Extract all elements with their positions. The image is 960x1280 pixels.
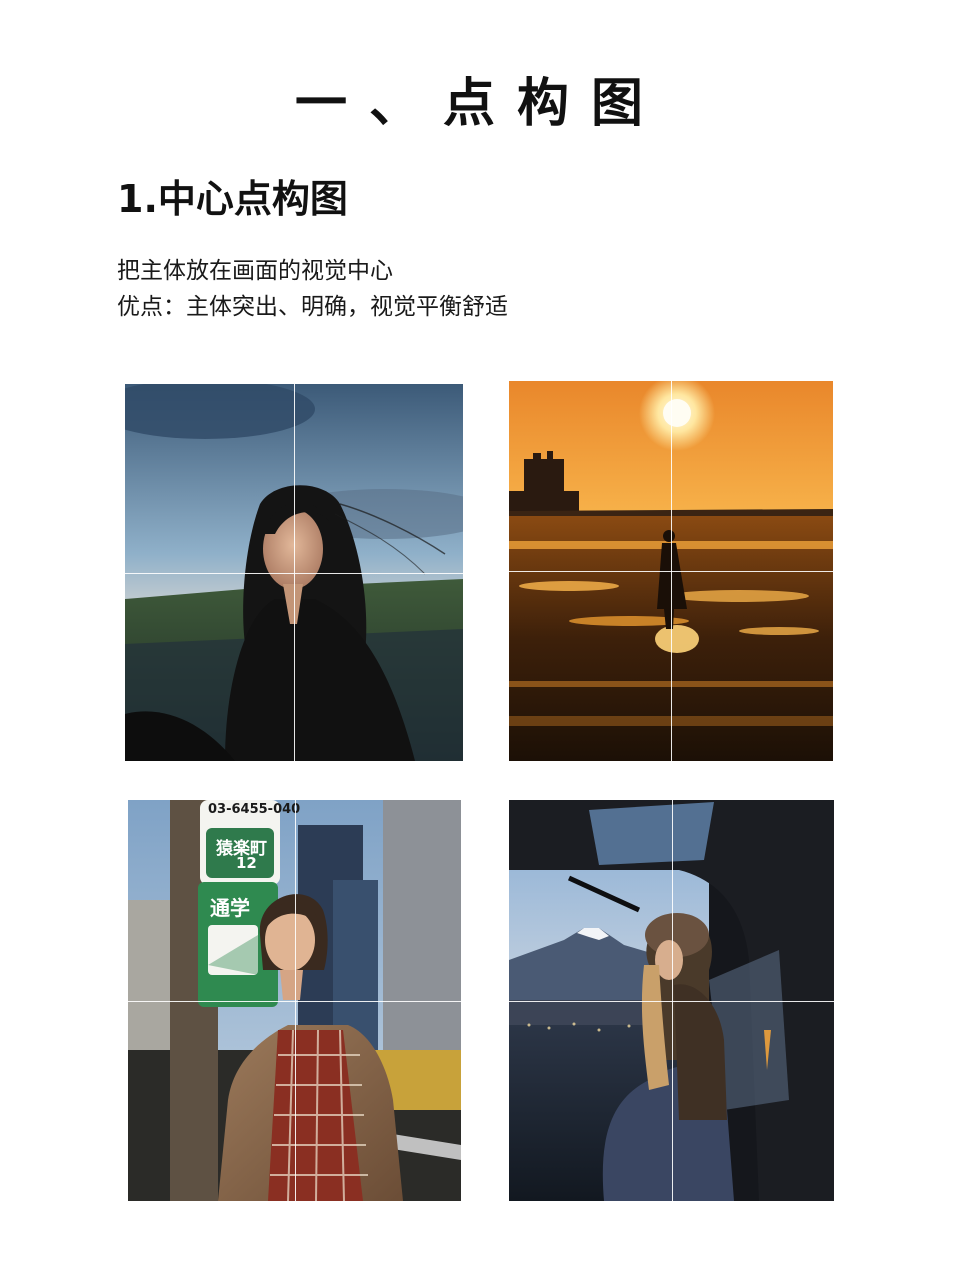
photo-car-mount-fuji [509, 800, 834, 1201]
sign-green-text: 通学 [210, 896, 250, 920]
description-line-1: 把主体放在画面的视觉中心 [117, 258, 393, 284]
photo-street-sign-woman: 03-6455-040 猿楽町 12 通学 [128, 800, 461, 1201]
grid-line-horizontal [125, 572, 463, 574]
grid-line-horizontal [509, 1000, 834, 1002]
sign-number: 12 [236, 854, 257, 872]
sign-phone-number: 03-6455-040 [208, 802, 301, 817]
description-line-2: 优点：主体突出、明确，视觉平衡舒适 [117, 294, 508, 320]
grid-line-horizontal [128, 1000, 461, 1002]
grid-line-horizontal [509, 571, 833, 572]
photo-sunset-beach [509, 381, 833, 761]
section-heading: 1.中心点构图 [117, 177, 348, 221]
main-title: 一、点构图 [294, 74, 665, 134]
photo-portrait-woman [125, 384, 463, 761]
